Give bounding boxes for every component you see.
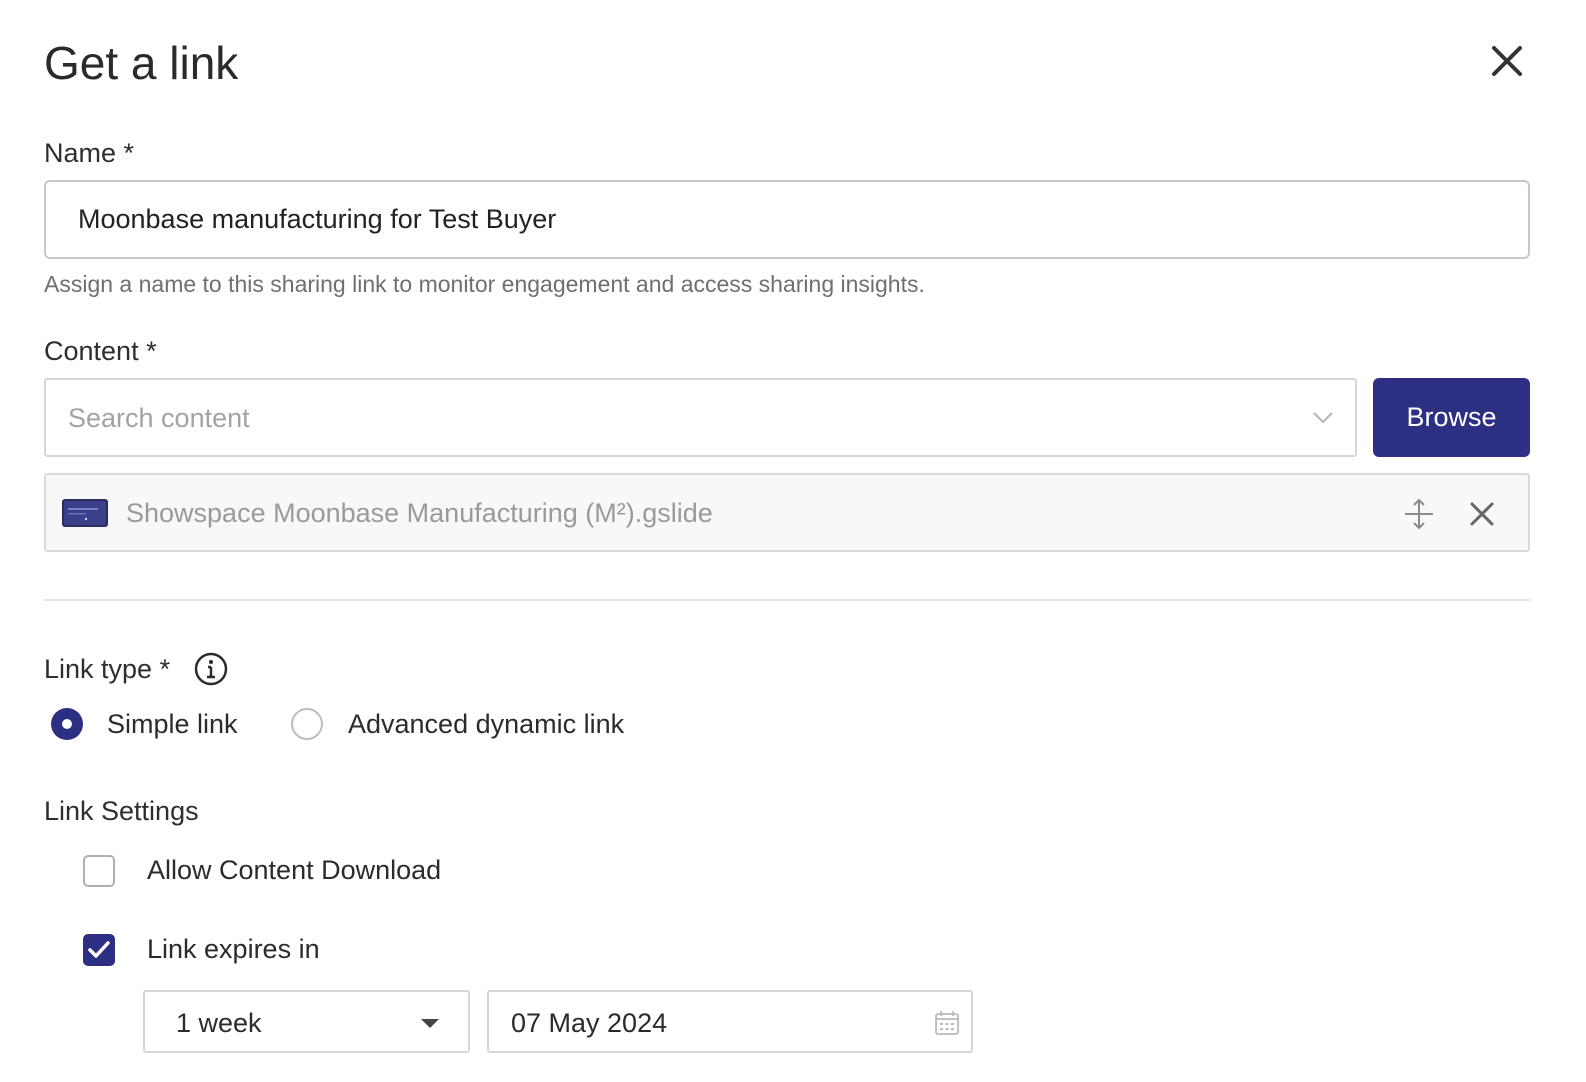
remove-icon[interactable]	[1468, 500, 1496, 528]
name-helper-text: Assign a name to this sharing link to mo…	[44, 271, 925, 297]
dialog-title: Get a link	[44, 37, 239, 89]
radio-advanced-dynamic-link[interactable]	[291, 708, 323, 740]
name-label: Name *	[44, 138, 135, 168]
link-expires-label[interactable]: Link expires in	[147, 932, 320, 966]
expiry-date-value: 07 May 2024	[511, 1008, 668, 1038]
link-settings-heading: Link Settings	[44, 796, 199, 826]
expiry-duration-value: 1 week	[176, 1008, 262, 1038]
content-search-select[interactable]: Search content	[44, 378, 1357, 457]
close-icon	[1492, 46, 1522, 76]
radio-simple-link[interactable]	[51, 708, 83, 740]
info-icon[interactable]	[194, 652, 228, 686]
content-search-placeholder: Search content	[68, 403, 250, 433]
selected-content-item: Showspace Moonbase Manufacturing (M²).gs…	[44, 473, 1530, 552]
expiry-date-input[interactable]: 07 May 2024	[487, 990, 973, 1053]
checkmark-icon	[88, 941, 110, 958]
content-label: Content *	[44, 336, 157, 366]
expiry-duration-select[interactable]: 1 week	[143, 990, 470, 1053]
radio-advanced-dynamic-link-label[interactable]: Advanced dynamic link	[348, 707, 624, 741]
name-input[interactable]	[44, 180, 1530, 259]
chevron-down-icon	[1313, 412, 1333, 424]
link-type-label: Link type *	[44, 654, 171, 684]
slide-thumbnail-icon	[62, 499, 108, 527]
drag-handle-icon[interactable]	[1402, 497, 1436, 531]
section-divider	[44, 599, 1530, 601]
radio-simple-link-label[interactable]: Simple link	[107, 707, 238, 741]
close-dialog-button[interactable]	[1484, 38, 1530, 84]
caret-down-icon	[421, 1019, 439, 1028]
allow-download-label[interactable]: Allow Content Download	[147, 853, 441, 887]
selected-content-name: Showspace Moonbase Manufacturing (M²).gs…	[126, 498, 713, 528]
allow-download-checkbox[interactable]	[83, 855, 115, 887]
link-expires-checkbox[interactable]	[83, 934, 115, 966]
calendar-icon[interactable]	[934, 1010, 960, 1036]
browse-button[interactable]: Browse	[1373, 378, 1530, 457]
